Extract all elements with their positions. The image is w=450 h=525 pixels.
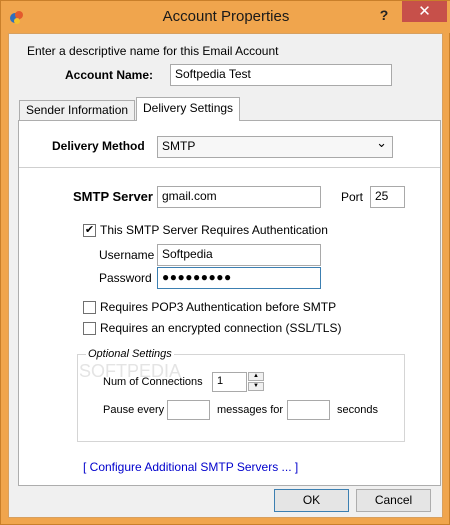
smtp-server-input[interactable]: gmail.com	[157, 186, 321, 208]
username-input[interactable]: Softpedia	[157, 244, 321, 266]
title-bar[interactable]: Account Properties ? ✕	[1, 1, 450, 33]
pause-input[interactable]	[167, 400, 210, 420]
pop3-label: Requires POP3 Authentication before SMTP	[100, 300, 337, 314]
connections-input[interactable]: 1	[212, 372, 247, 392]
optional-settings-title: Optional Settings	[86, 348, 174, 360]
cancel-button[interactable]: Cancel	[356, 489, 431, 512]
port-label: Port	[341, 190, 364, 204]
ok-button[interactable]: OK	[274, 489, 349, 512]
port-input[interactable]: 25	[370, 186, 405, 208]
tab-delivery-settings[interactable]: Delivery Settings	[136, 97, 241, 121]
close-button[interactable]: ✕	[402, 1, 447, 22]
help-button[interactable]: ?	[373, 4, 395, 26]
messages-input[interactable]	[287, 400, 330, 420]
ssl-label: Requires an encrypted connection (SSL/TL…	[100, 321, 342, 335]
seconds-label: seconds	[337, 404, 378, 416]
pop3-checkbox[interactable]	[83, 301, 96, 314]
password-label: Password	[99, 271, 152, 285]
configure-smtp-servers-link[interactable]: [ Configure Additional SMTP Servers ... …	[83, 460, 298, 474]
account-name-input[interactable]: Softpedia Test	[170, 64, 392, 86]
auth-checkbox[interactable]: ✔	[83, 224, 96, 237]
password-input[interactable]: ●●●●●●●●●	[157, 267, 321, 289]
spin-up-icon[interactable]: ▲	[248, 372, 264, 381]
account-name-label: Account Name:	[65, 68, 154, 82]
delivery-method-label: Delivery Method	[52, 139, 145, 153]
ssl-checkbox[interactable]	[83, 322, 96, 335]
intro-text: Enter a descriptive name for this Email …	[27, 44, 279, 58]
auth-label: This SMTP Server Requires Authentication	[100, 223, 328, 237]
smtp-server-label: SMTP Server	[73, 189, 153, 204]
delivery-method-select[interactable]: SMTP ⌄	[157, 136, 393, 158]
messages-label: messages for	[217, 404, 284, 416]
connections-label: Num of Connections	[103, 376, 203, 388]
tab-sender-information[interactable]: Sender Information	[19, 100, 136, 120]
account-properties-window: Account Properties ? ✕ Enter a descripti…	[0, 0, 450, 525]
spin-down-icon[interactable]: ▼	[248, 382, 264, 391]
delivery-method-value: SMTP	[162, 139, 196, 153]
chevron-down-icon: ⌄	[376, 136, 387, 150]
username-label: Username	[99, 248, 155, 262]
delivery-settings-panel: Delivery Method SMTP ⌄ SOFTPEDIA SMTP Se…	[18, 120, 441, 486]
checkmark-icon: ✔	[84, 224, 95, 236]
pause-label: Pause every	[103, 404, 165, 416]
optional-settings-group: Optional Settings Num of Connections 1 ▲…	[77, 348, 405, 442]
section-divider	[19, 167, 440, 168]
dialog-client-area: Enter a descriptive name for this Email …	[8, 33, 443, 518]
